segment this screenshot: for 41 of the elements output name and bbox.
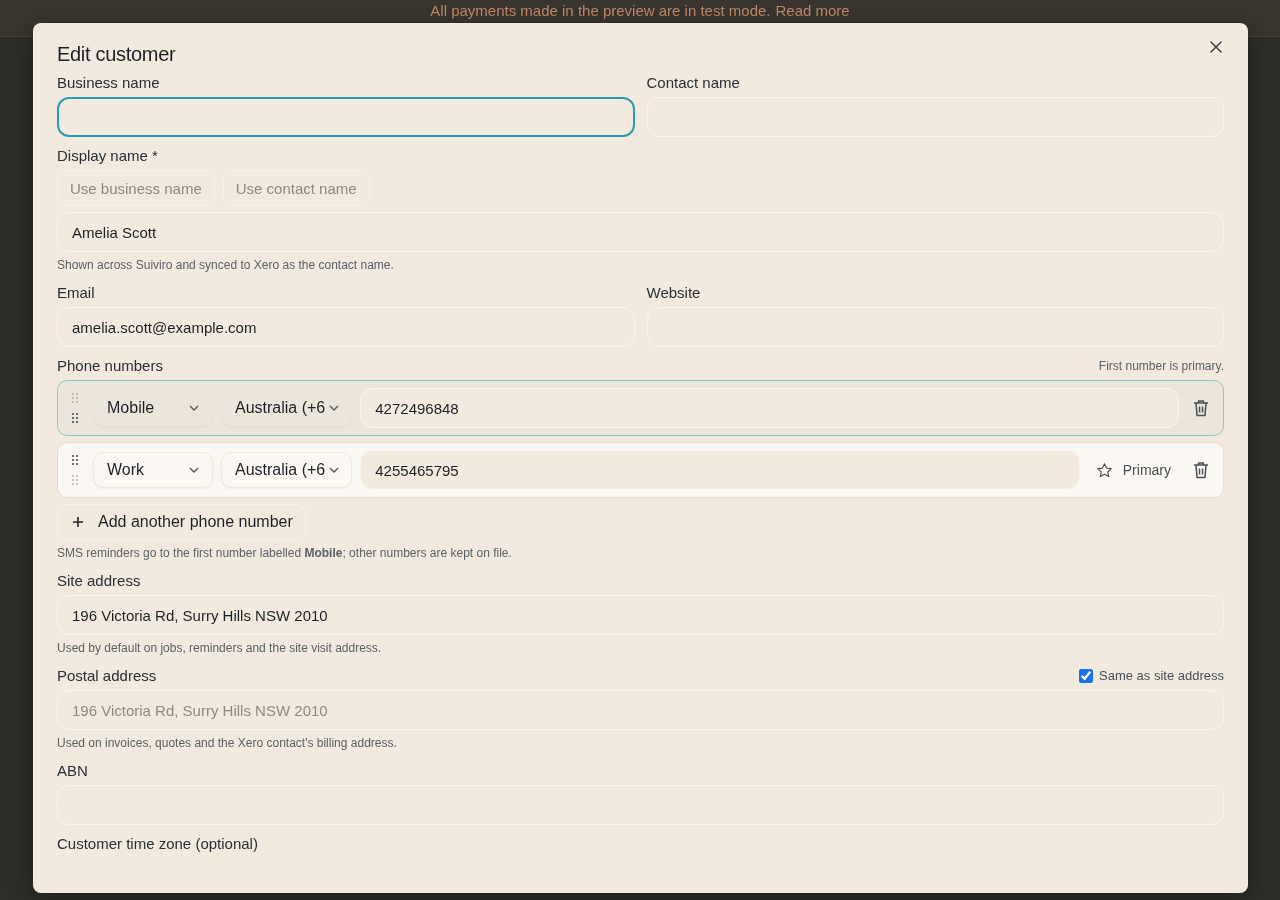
field-label: Website: [646, 284, 702, 301]
country-code-select[interactable]: Australia (+6: [221, 452, 353, 488]
help-text: Used by default on jobs, reminders and the site visit address.: [57, 641, 383, 655]
site-address-field[interactable]: 196 Victoria Rd, Surry Hills NSW 2010: [57, 595, 1224, 635]
primary-note: First number is primary.: [1098, 358, 1224, 373]
add-phone-button[interactable]: Add another phone number: [57, 504, 306, 540]
field-label: Email: [57, 284, 96, 301]
close-icon[interactable]: [1209, 39, 1223, 54]
field-label: Display name *: [57, 147, 159, 164]
phone-number-field[interactable]: 4255465795: [360, 450, 1080, 490]
checkbox[interactable]: [1079, 668, 1093, 683]
plus-icon: [72, 516, 84, 528]
drag-handle-icon[interactable]: [71, 453, 79, 487]
field-label: Site address: [57, 572, 142, 589]
help-text: SMS reminders go to the first number labelled Mobile; other numbers are kept on file.: [57, 546, 513, 560]
field-label: Contact name: [646, 74, 741, 91]
star-icon: [1095, 461, 1113, 479]
business-name-field[interactable]: [57, 97, 635, 137]
field-label: Phone numbers: [57, 357, 163, 374]
phone-number-field[interactable]: 4272496848: [360, 388, 1179, 428]
chevron-down-icon: [329, 405, 340, 411]
read-more-link[interactable]: Read more: [775, 2, 850, 19]
field-label: Postal address: [57, 667, 157, 684]
drag-handle-icon[interactable]: [71, 391, 79, 425]
dialog-title: Edit customer: [57, 43, 176, 66]
make-primary-button[interactable]: Primary: [1087, 455, 1179, 485]
help-text: Used on invoices, quotes and the Xero contact's billing address.: [57, 736, 398, 750]
country-code-select[interactable]: Australia (+6: [221, 390, 353, 426]
chevron-down-icon: [329, 467, 340, 473]
email-field[interactable]: amelia.scott@example.com: [57, 307, 635, 347]
chevron-down-icon: [189, 467, 199, 473]
banner-text: All payments made in the preview are in test mode.: [430, 2, 771, 19]
field-label: Customer time zone (optional): [57, 835, 259, 852]
checkbox-label: Same as site address: [1099, 668, 1224, 683]
phone-type-select[interactable]: Work: [93, 452, 213, 488]
display-name-field[interactable]: Amelia Scott: [57, 212, 1224, 252]
phone-type-select[interactable]: Mobile: [93, 390, 213, 426]
field-label: Business name: [57, 74, 161, 91]
chevron-down-icon: [189, 405, 199, 411]
field-label: ABN: [57, 762, 89, 779]
help-text: Shown across Suiviro and synced to Xero as the contact name.: [57, 258, 395, 272]
